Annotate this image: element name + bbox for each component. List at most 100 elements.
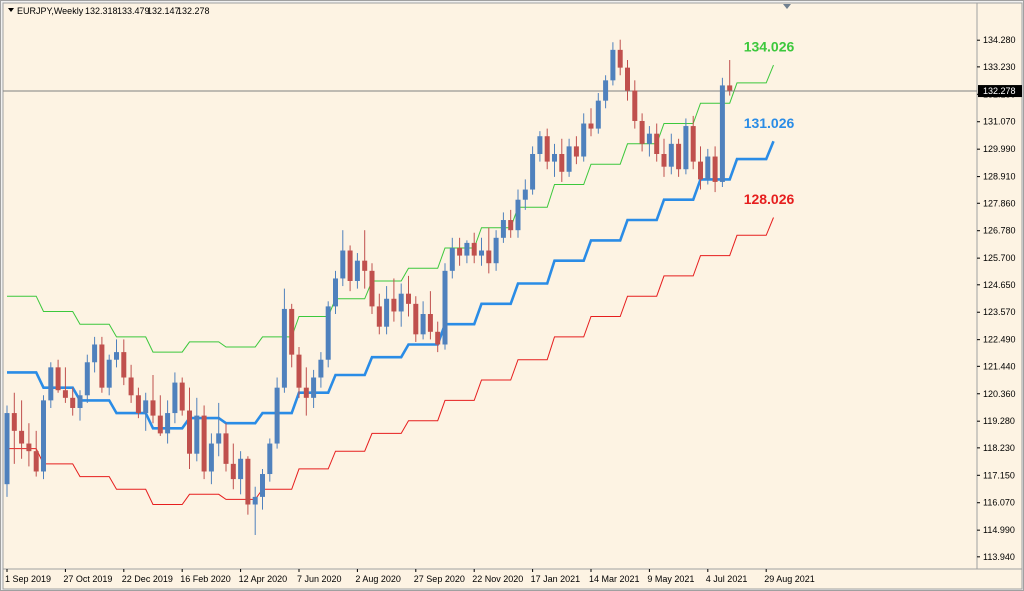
date-tick-label: 29 Aug 2021 (764, 574, 815, 584)
candle-body (333, 278, 338, 307)
chart-window: 134.280133.230132.150131.070129.990128.9… (0, 0, 1024, 591)
candle-body (369, 270, 375, 307)
candle-body (537, 136, 543, 154)
candle-body (245, 458, 251, 505)
price-tick-label: 123.570 (983, 307, 1016, 317)
date-tick-label: 1 Sep 2019 (5, 574, 51, 584)
candle-body (676, 143, 682, 170)
candle-body (552, 153, 557, 162)
candle-body (62, 390, 68, 398)
price-tick-label: 118.230 (983, 443, 1015, 453)
candle-body (274, 387, 280, 444)
candle-body (654, 133, 660, 154)
price-tick-label: 126.780 (983, 226, 1016, 236)
candle-body (595, 100, 601, 129)
candle-body (698, 161, 703, 180)
candle-body (573, 146, 579, 157)
price-tick-label: 124.650 (983, 280, 1016, 290)
candle-body (464, 242, 470, 256)
candle (201, 405, 207, 480)
candle-body (384, 298, 390, 327)
candle-body (11, 413, 17, 431)
candle-body (581, 123, 587, 157)
price-tick-label: 120.360 (983, 389, 1016, 399)
candle (4, 405, 10, 497)
current-price-badge: 132.278 (978, 85, 1022, 98)
candle (683, 118, 689, 175)
candle-body (522, 189, 528, 200)
price-tick-label: 113.940 (983, 552, 1015, 562)
candle-body (420, 314, 426, 335)
candle-body (668, 143, 674, 167)
candle-body (252, 496, 258, 505)
candle-body (223, 433, 229, 464)
candle (369, 263, 375, 315)
candle-body (508, 220, 514, 231)
ohlc-open: 132.318 (85, 6, 118, 16)
candle-body (646, 133, 652, 144)
candle-body (77, 395, 83, 408)
candle-body (486, 250, 492, 264)
candle-body (413, 303, 419, 335)
candle-body (632, 90, 638, 121)
price-tick-label: 119.280 (983, 416, 1015, 426)
candle-body (690, 126, 696, 162)
candle (442, 263, 448, 350)
candle-body (530, 153, 536, 190)
candle-body (114, 352, 119, 360)
date-tick-label: 7 Jun 2020 (297, 574, 342, 584)
candle-body (150, 400, 156, 416)
candle-body (449, 247, 455, 271)
candle-body (230, 463, 236, 480)
candle-body (625, 67, 630, 91)
candle-body (683, 126, 689, 170)
candle-body (727, 85, 733, 91)
candle-body (661, 153, 667, 167)
ohlc-low: 132.147 (147, 6, 180, 16)
price-tick-label: 127.860 (983, 198, 1016, 208)
candle (719, 77, 725, 188)
candle-body (33, 451, 39, 472)
date-tick-label: 9 May 2021 (647, 574, 694, 584)
candle-body (135, 395, 141, 414)
candle-body (260, 474, 265, 497)
chart-canvas[interactable]: 134.280133.230132.150131.070129.990128.9… (1, 1, 1023, 590)
price-tick-label: 133.230 (983, 62, 1016, 72)
candle-body (296, 354, 302, 388)
symbol-info: EURJPY,Weekly 132.318 133.479 132.147 13… (8, 6, 210, 16)
candle-body (391, 298, 397, 312)
candle-body (376, 306, 382, 327)
candle-body (216, 433, 222, 444)
date-tick-label: 14 Mar 2021 (589, 574, 640, 584)
candle-body (712, 156, 718, 182)
price-tick-label: 116.070 (983, 498, 1015, 508)
candle-body (457, 247, 463, 256)
candle-body (705, 156, 711, 180)
candle-body (311, 377, 317, 398)
candle-body (427, 314, 433, 332)
price-tick-label: 117.150 (983, 470, 1015, 480)
current-price-label: 132.278 (983, 86, 1016, 96)
symbol-timeframe: EURJPY,Weekly (17, 6, 84, 16)
candle-body (4, 413, 10, 485)
date-tick-label: 12 Apr 2020 (239, 574, 288, 584)
candle-body (41, 400, 46, 472)
candle-body (121, 352, 127, 378)
candle-body (603, 80, 609, 101)
candle-body (303, 387, 309, 398)
candle-body (617, 49, 623, 68)
candle-body (639, 120, 645, 144)
candle-body (471, 242, 477, 256)
candle-body (99, 344, 105, 388)
candle (41, 395, 46, 480)
ohlc-high: 133.479 (117, 6, 150, 16)
candle-body (26, 443, 32, 452)
candle (274, 377, 280, 449)
candle-body (362, 260, 368, 271)
candle-body (55, 367, 61, 391)
date-tick-label: 4 Jul 2021 (706, 574, 748, 584)
candle-body (84, 362, 90, 396)
candle-body (19, 430, 25, 444)
candle (325, 301, 331, 368)
candle-body (493, 237, 499, 264)
